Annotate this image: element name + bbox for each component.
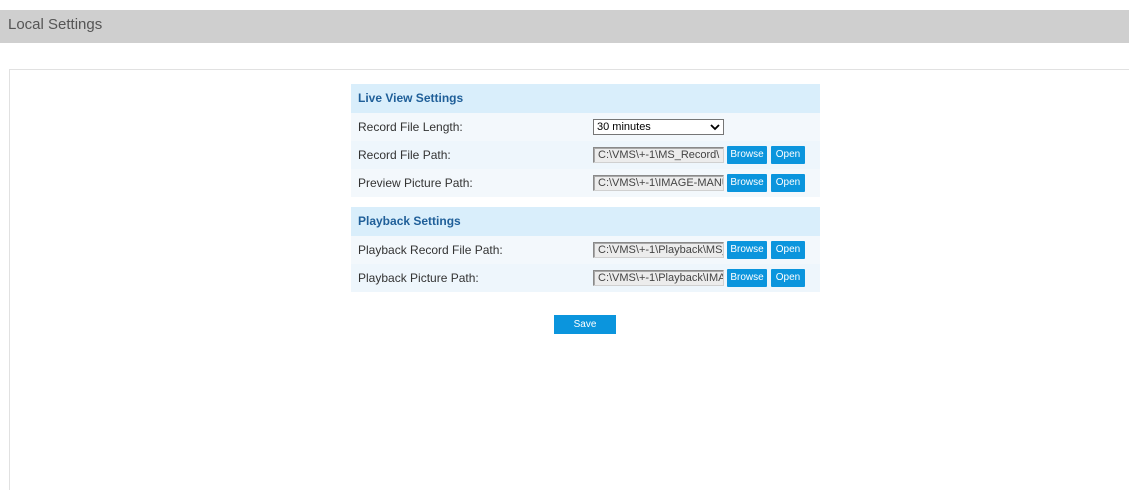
record-file-length-value: 30 minutes — [597, 121, 651, 133]
playback-picture-path-label: Playback Picture Path: — [358, 271, 479, 285]
page-header: Local Settings — [0, 10, 1129, 43]
page-title: Local Settings — [8, 16, 103, 33]
playback-record-file-path-value: C:\VMS\+-1\Playback\MS_ — [598, 244, 724, 256]
playback-picture-path-browse-button[interactable]: Browse — [727, 269, 767, 287]
local-settings-form: Live View Settings Record File Length: 3… — [351, 84, 820, 292]
record-file-path-value: C:\VMS\+-1\MS_Record\ — [598, 149, 720, 161]
preview-picture-path-field[interactable]: C:\VMS\+-1\IMAGE-MANU — [593, 175, 724, 191]
record-file-path-field[interactable]: C:\VMS\+-1\MS_Record\ — [593, 147, 724, 163]
record-file-path-row: Record File Path: C:\VMS\+-1\MS_Record\ … — [351, 141, 820, 169]
record-file-path-open-button[interactable]: Open — [771, 146, 805, 164]
playback-picture-path-value: C:\VMS\+-1\Playback\IMA( — [598, 272, 724, 284]
preview-picture-path-open-button[interactable]: Open — [771, 174, 805, 192]
playback-picture-path-field[interactable]: C:\VMS\+-1\Playback\IMA( — [593, 270, 724, 286]
record-file-length-select[interactable]: 30 minutes — [593, 119, 724, 135]
playback-picture-path-row: Playback Picture Path: C:\VMS\+-1\Playba… — [351, 264, 820, 292]
record-file-path-browse-button[interactable]: Browse — [727, 146, 767, 164]
preview-picture-path-row: Preview Picture Path: C:\VMS\+-1\IMAGE-M… — [351, 169, 820, 197]
playback-record-file-path-row: Playback Record File Path: C:\VMS\+-1\Pl… — [351, 236, 820, 264]
playback-record-file-path-field[interactable]: C:\VMS\+-1\Playback\MS_ — [593, 242, 724, 258]
chevron-down-icon — [710, 124, 720, 131]
playback-picture-path-open-button[interactable]: Open — [771, 269, 805, 287]
preview-picture-path-value: C:\VMS\+-1\IMAGE-MANU — [598, 177, 724, 189]
save-button[interactable]: Save — [554, 315, 616, 334]
record-file-length-label: Record File Length: — [358, 120, 463, 134]
playback-record-file-path-open-button[interactable]: Open — [771, 241, 805, 259]
preview-picture-path-browse-button[interactable]: Browse — [727, 174, 767, 192]
record-file-path-label: Record File Path: — [358, 148, 451, 162]
playback-record-file-path-browse-button[interactable]: Browse — [727, 241, 767, 259]
record-file-length-row: Record File Length: 30 minutes — [351, 113, 820, 141]
playback-record-file-path-label: Playback Record File Path: — [358, 243, 503, 257]
playback-settings-heading: Playback Settings — [351, 207, 820, 236]
preview-picture-path-label: Preview Picture Path: — [358, 176, 473, 190]
live-view-settings-heading: Live View Settings — [351, 84, 820, 113]
